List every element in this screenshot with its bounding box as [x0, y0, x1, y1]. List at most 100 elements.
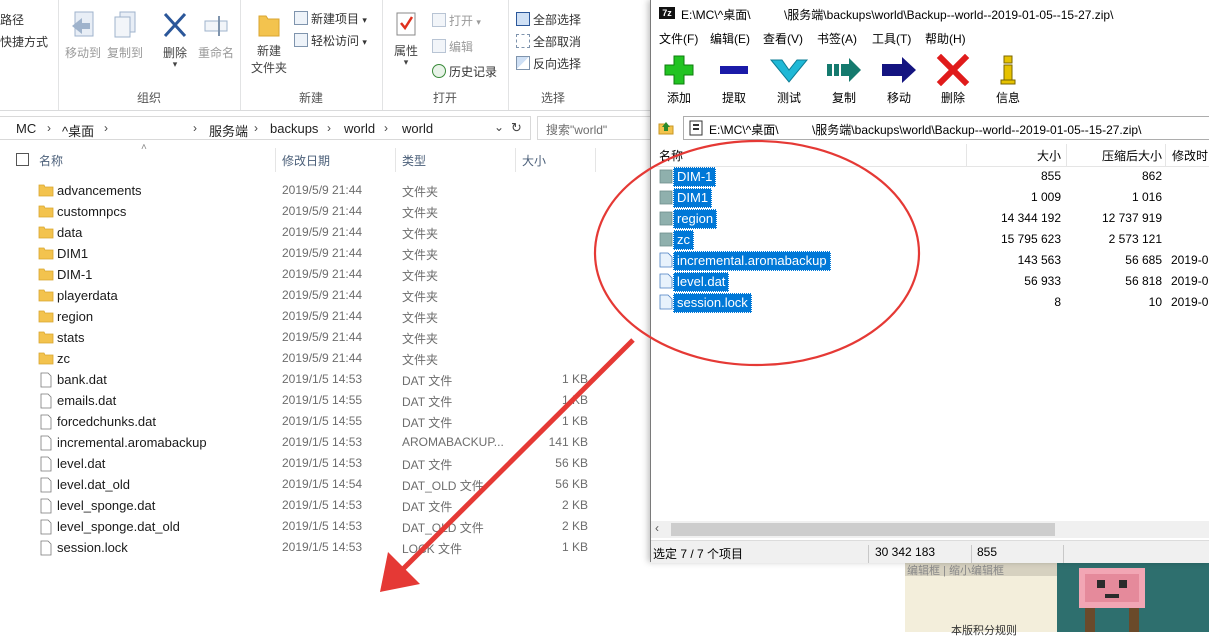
breadcrumb-segment[interactable]: world [402, 121, 433, 136]
table-row[interactable]: level.dat_old 2019/1/5 14:54 DAT_OLD 文件 56 … [0, 474, 650, 495]
breadcrumb-segment[interactable]: 服务端 [209, 121, 248, 140]
test-button[interactable]: 测试 [764, 54, 814, 106]
delete-archive-button[interactable]: 删除 [928, 54, 978, 106]
breadcrumb-segment[interactable]: MC [16, 121, 36, 136]
sort-ascending-icon: ˄ [141, 142, 147, 153]
select-all-button[interactable]: 全部选择 [516, 11, 581, 28]
table-row[interactable]: playerdata 2019/5/9 21:44 文件夹 [0, 285, 650, 306]
archive-row[interactable]: zc 15 795 623 2 573 121 [651, 229, 1209, 250]
sz-column-modified[interactable]: 修改时 [1172, 147, 1208, 164]
chevron-down-icon[interactable]: ⌄ [494, 120, 504, 134]
sevenzip-titlebar[interactable]: 7z E:\MC\^桌面\ \服务端\backups\world\Backup-… [651, 0, 1209, 26]
column-divider[interactable] [1165, 144, 1166, 166]
file-icon [659, 252, 673, 268]
easy-access-button[interactable]: 轻松访问 ▾ [294, 32, 367, 49]
table-row[interactable]: level_sponge.dat_old 2019/1/5 14:53 DAT_OL… [0, 516, 650, 537]
select-all-checkbox[interactable] [16, 153, 29, 166]
column-name[interactable]: 名称 [39, 152, 63, 169]
archive-row[interactable]: session.lock 8 10 2019-0 [651, 292, 1209, 313]
column-divider[interactable] [966, 144, 967, 166]
table-row[interactable]: bank.dat 2019/1/5 14:53 DAT 文件 1 KB [0, 369, 650, 390]
select-none-button[interactable]: 全部取消 [516, 33, 581, 50]
column-divider[interactable] [515, 148, 516, 172]
scroll-left-icon[interactable]: ‹ [655, 521, 659, 535]
copy-to-icon [114, 11, 136, 38]
archive-item-packed: 56 818 [1125, 274, 1162, 288]
table-row[interactable]: level.dat 2019/1/5 14:53 DAT 文件 56 KB [0, 453, 650, 474]
table-row[interactable]: advancements 2019/5/9 21:44 文件夹 [0, 180, 650, 201]
table-row[interactable]: session.lock 2019/1/5 14:53 LOCK 文件 1 KB [0, 537, 650, 558]
invert-selection-button[interactable]: 反向选择 [516, 55, 581, 72]
extract-button[interactable]: 提取 [709, 54, 759, 106]
column-divider[interactable] [595, 148, 596, 172]
delete-button[interactable]: 删除 ▾ [155, 10, 195, 69]
column-date[interactable]: 修改日期 [282, 152, 330, 169]
menu-help[interactable]: 帮助(H) [925, 30, 966, 47]
ribbon-path-label[interactable]: 路径 [0, 11, 24, 28]
edit-button[interactable]: 编辑 [432, 38, 473, 55]
horizontal-scrollbar[interactable]: ‹ [651, 521, 1209, 538]
new-folder-button[interactable]: 新建 文件夹 [246, 10, 292, 76]
info-button[interactable]: 信息 [983, 54, 1033, 106]
table-row[interactable]: region 2019/5/9 21:44 文件夹 [0, 306, 650, 327]
menu-file[interactable]: 文件(F) [659, 30, 698, 47]
history-button[interactable]: 历史记录 [432, 63, 497, 80]
file-date: 2019/5/9 21:44 [282, 225, 363, 239]
breadcrumb-segment[interactable]: ^桌面 [62, 121, 94, 140]
new-item-button[interactable]: 新建项目 ▾ [294, 10, 367, 27]
archive-row[interactable]: region 14 344 192 12 737 919 [651, 208, 1209, 229]
rename-button[interactable]: 重命名 [195, 10, 237, 61]
table-row[interactable]: data 2019/5/9 21:44 文件夹 [0, 222, 650, 243]
table-row[interactable]: stats 2019/5/9 21:44 文件夹 [0, 327, 650, 348]
copy-to-button[interactable]: 复制到 [104, 10, 146, 61]
add-button[interactable]: 添加 [654, 54, 704, 106]
archive-row[interactable]: DIM-1 855 862 [651, 166, 1209, 187]
breadcrumb[interactable]: MC › ^桌面 › › 服务端 › backups › world › wor… [0, 116, 531, 140]
move-button[interactable]: 移动 [874, 54, 924, 106]
column-divider[interactable] [275, 148, 276, 172]
menu-view[interactable]: 查看(V) [763, 30, 803, 47]
select-none-label: 全部取消 [533, 35, 582, 49]
table-row[interactable]: DIM-1 2019/5/9 21:44 文件夹 [0, 264, 650, 285]
table-row[interactable]: level_sponge.dat 2019/1/5 14:53 DAT 文件 2 KB [0, 495, 650, 516]
table-row[interactable]: customnpcs 2019/5/9 21:44 文件夹 [0, 201, 650, 222]
column-divider[interactable] [395, 148, 396, 172]
copy-button[interactable]: 复制 [819, 54, 869, 106]
table-row[interactable]: incremental.aromabackup 2019/1/5 14:53 ARO… [0, 432, 650, 453]
table-row[interactable]: forcedchunks.dat 2019/1/5 14:55 DAT 文件 1 KB [0, 411, 650, 432]
sz-column-packed[interactable]: 压缩后大小 [1102, 147, 1162, 164]
archive-row[interactable]: incremental.aromabackup 143 563 56 685 2019… [651, 250, 1209, 271]
file-icon [659, 273, 673, 289]
archive-row[interactable]: DIM1 1 009 1 016 [651, 187, 1209, 208]
table-row[interactable]: DIM1 2019/5/9 21:44 文件夹 [0, 243, 650, 264]
breadcrumb-segment[interactable]: world [344, 121, 375, 136]
column-size[interactable]: 大小 [522, 152, 546, 169]
search-input[interactable]: 搜索"world" [537, 116, 652, 140]
file-date: 2019/1/5 14:53 [282, 498, 363, 512]
sz-column-name[interactable]: 名称 [659, 147, 683, 164]
file-type: DAT 文件 [402, 500, 453, 514]
file-date: 2019/1/5 14:55 [282, 393, 363, 407]
chevron-down-icon: ▾ [362, 37, 367, 47]
menu-tools[interactable]: 工具(T) [872, 30, 911, 47]
table-row[interactable]: emails.dat 2019/1/5 14:55 DAT 文件 1 KB [0, 390, 650, 411]
scrollbar-thumb[interactable] [671, 523, 1055, 536]
properties-button[interactable]: 属性 ▾ [388, 10, 424, 67]
column-divider[interactable] [1066, 144, 1067, 166]
sz-column-size[interactable]: 大小 [1037, 147, 1061, 164]
move-to-button[interactable]: 移动到 [62, 10, 104, 61]
up-folder-icon[interactable] [657, 118, 675, 136]
ribbon-shortcut-label[interactable]: 快捷方式 [0, 33, 48, 50]
file-size: 1 KB [561, 393, 588, 407]
open-button[interactable]: 打开 ▾ [432, 12, 481, 29]
column-type[interactable]: 类型 [402, 152, 426, 169]
status-selected: 选定 7 / 7 个项目 [653, 547, 744, 561]
table-row[interactable]: zc 2019/5/9 21:44 文件夹 [0, 348, 650, 369]
sevenzip-path-input[interactable]: E:\MC\^桌面\ \服务端\backups\world\Backup--wo… [683, 116, 1209, 140]
refresh-icon[interactable]: ↻ [511, 120, 522, 136]
menu-edit[interactable]: 编辑(E) [710, 30, 750, 47]
file-type: DAT 文件 [402, 416, 453, 430]
breadcrumb-segment[interactable]: backups [270, 121, 318, 136]
menu-bookmarks[interactable]: 书签(A) [817, 30, 857, 47]
archive-row[interactable]: level.dat 56 933 56 818 2019-0 [651, 271, 1209, 292]
